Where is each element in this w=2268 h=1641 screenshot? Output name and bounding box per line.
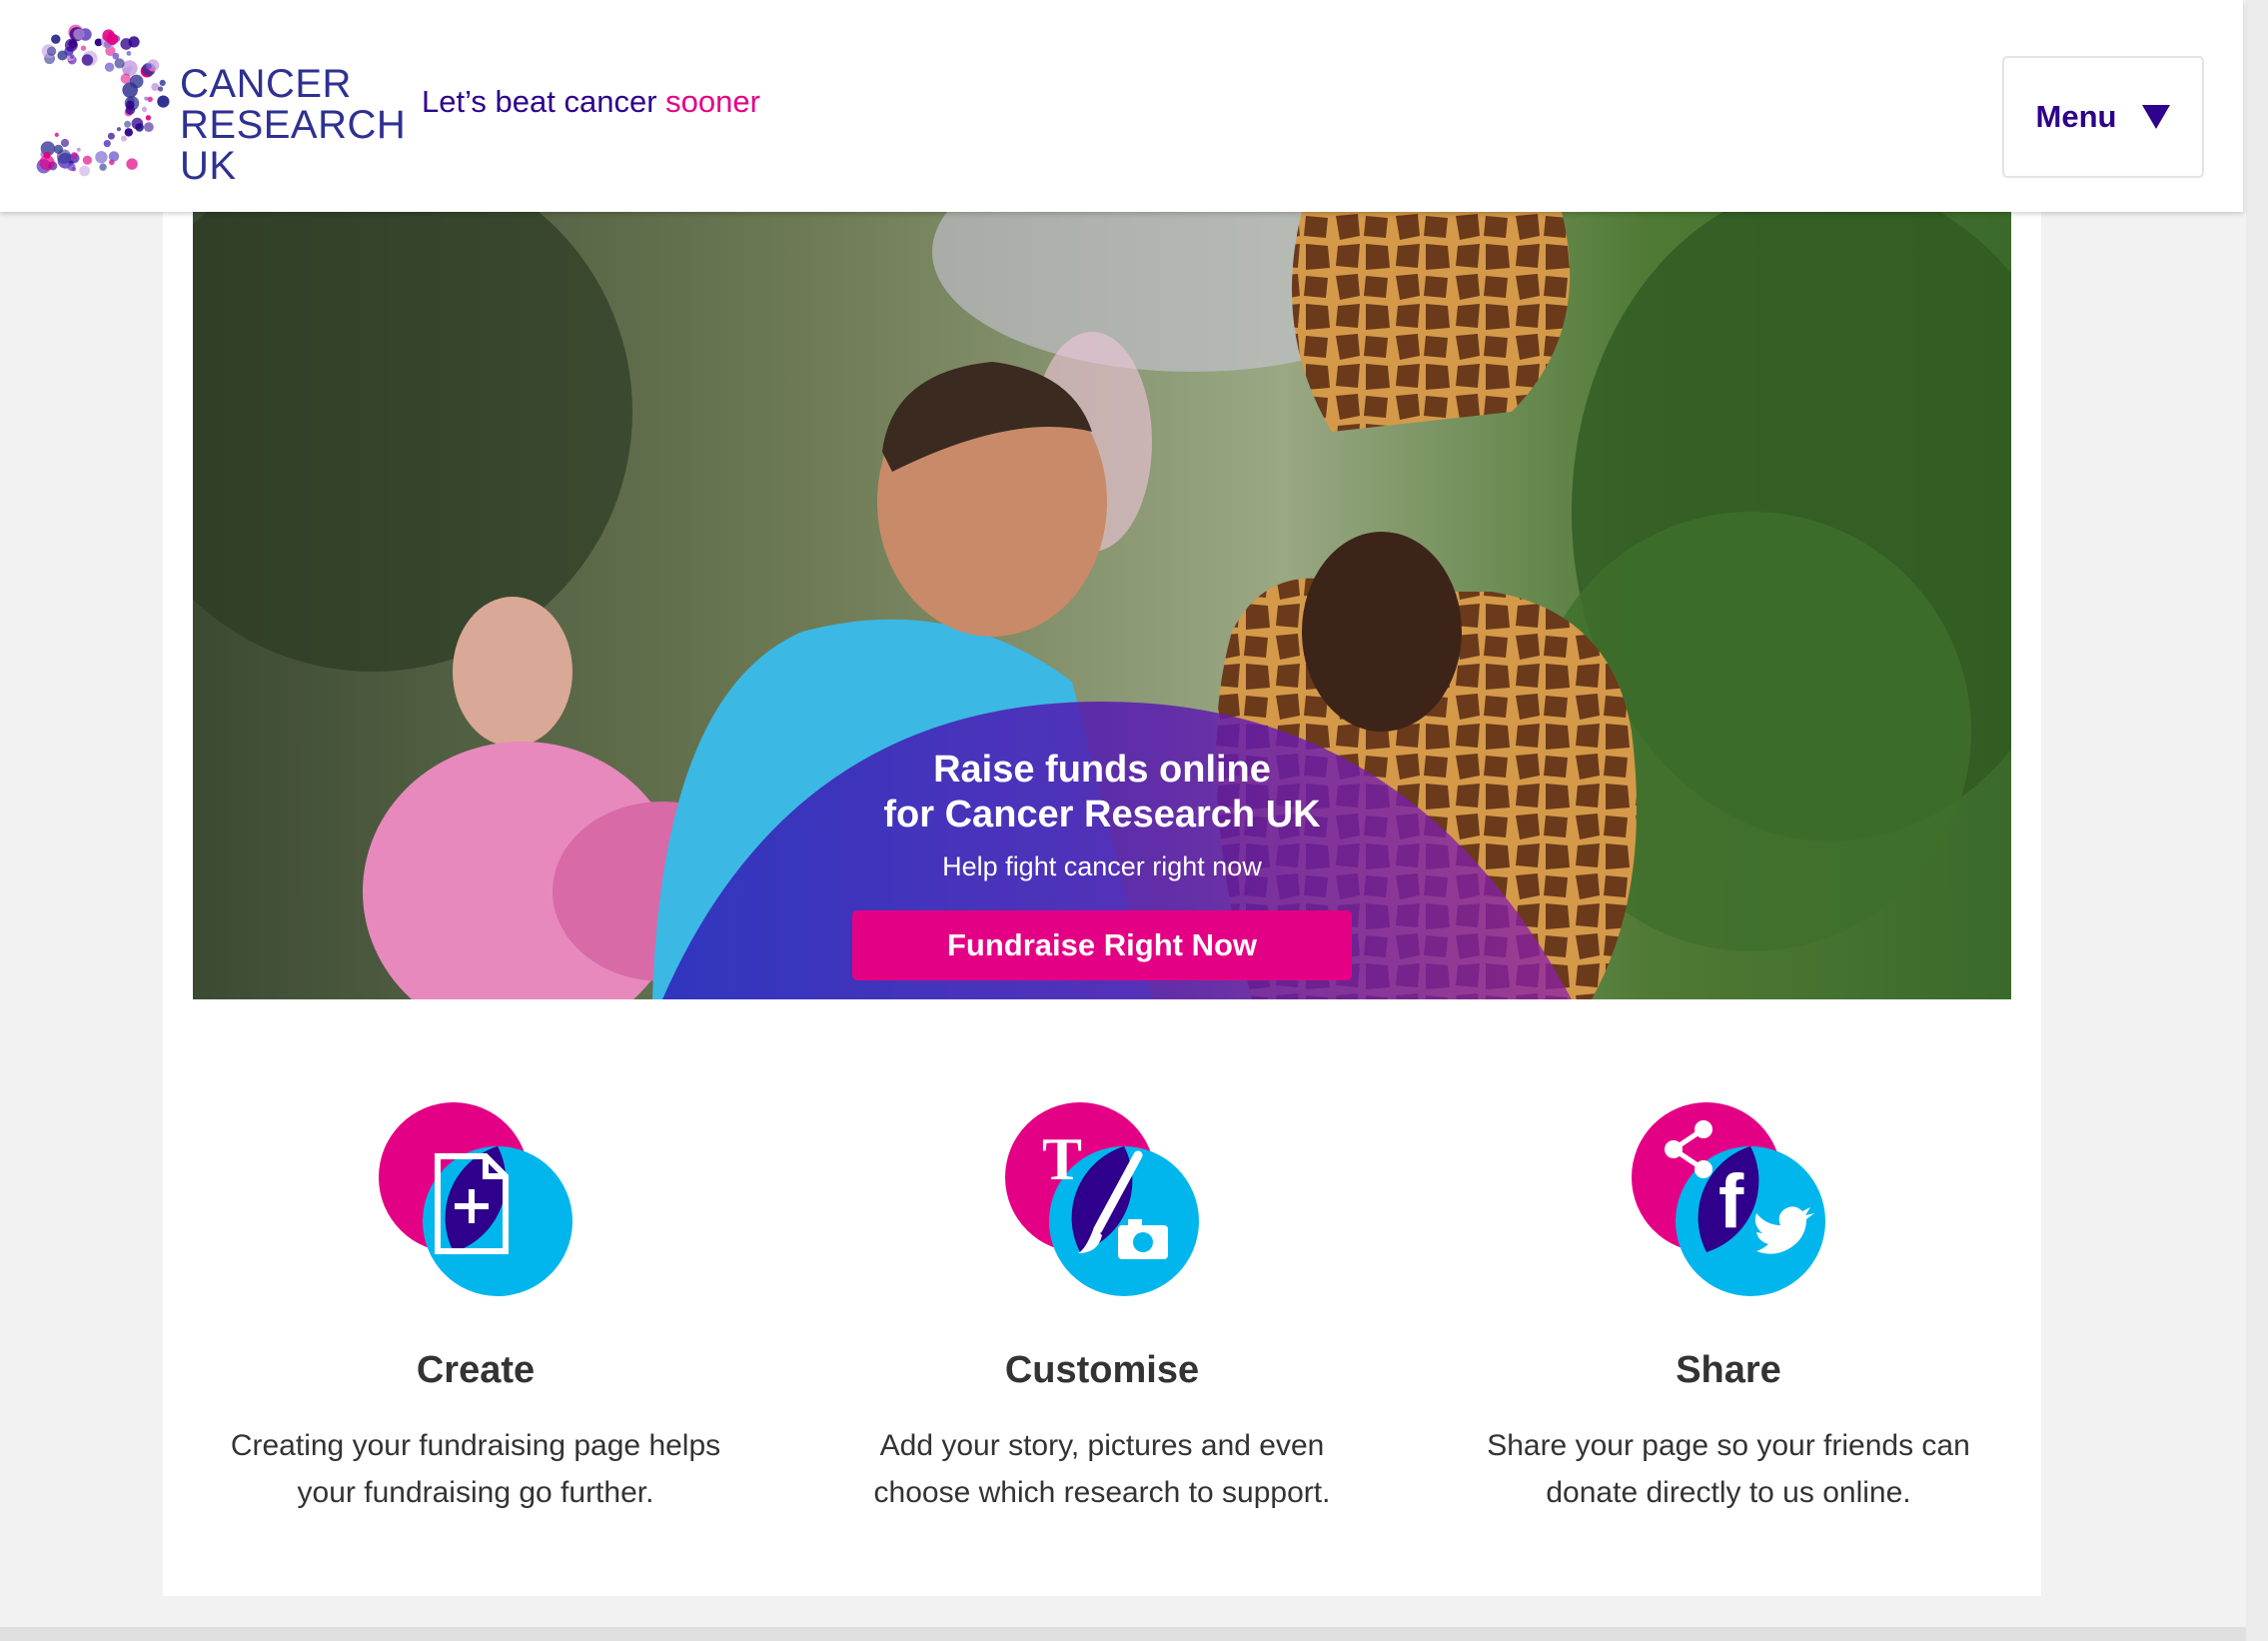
hero-subtitle: Help fight cancer right now xyxy=(942,851,1262,881)
logo-dot xyxy=(57,50,68,61)
logo-dot xyxy=(157,95,170,108)
customise-icon: T xyxy=(1002,1099,1202,1299)
feature-description: Add your story, pictures and even choose… xyxy=(822,1422,1382,1516)
logo-dot xyxy=(141,106,148,113)
logo-dot xyxy=(125,105,136,115)
page-bottom-divider xyxy=(0,1627,2246,1641)
logo-dot xyxy=(67,162,76,171)
logo-dot xyxy=(145,63,152,70)
logo-dot xyxy=(99,163,107,171)
logo-dot xyxy=(80,45,87,51)
logo-dot xyxy=(79,165,90,177)
logo-wordmark: CANCER RESEARCH UK xyxy=(180,64,406,187)
logo-dot xyxy=(128,36,140,48)
logo-dot xyxy=(144,122,154,132)
svg-text:T: T xyxy=(1042,1126,1082,1192)
feature-desc-line-2: donate directly to us online. xyxy=(1546,1476,1911,1509)
logo-dot xyxy=(81,54,94,66)
feature-customise: T Customise Add your story, pictures and… xyxy=(822,1099,1382,1516)
logo-dot xyxy=(70,152,78,159)
scrollbar-track[interactable] xyxy=(2246,0,2268,1641)
logo-dot xyxy=(104,62,115,72)
hero-content: Raise funds online for Cancer Research U… xyxy=(193,212,2011,999)
feature-description: Creating your fundraising page helps you… xyxy=(196,1422,755,1516)
cancer-research-uk-logo[interactable]: CANCER RESEARCH UK xyxy=(0,22,406,186)
logo-dot xyxy=(147,96,153,103)
feature-desc-line-2: your fundraising go further. xyxy=(297,1476,654,1509)
feature-desc-line-2: choose which research to support. xyxy=(873,1476,1331,1509)
logo-dot xyxy=(43,151,51,159)
logo-dot xyxy=(56,149,72,164)
feature-share: f Share Share your page so your friends … xyxy=(1449,1099,2008,1516)
logo-dot xyxy=(159,79,166,86)
logo-dot xyxy=(126,51,132,56)
site-header: CANCER RESEARCH UK Let’s beat cancer soo… xyxy=(0,0,2243,212)
feature-title: Create xyxy=(416,1349,536,1391)
logo-line-3: UK xyxy=(180,144,237,188)
logo-dot xyxy=(64,38,78,52)
logo-dot xyxy=(54,132,59,137)
logo-dot xyxy=(131,117,144,130)
logo-dot xyxy=(144,96,149,101)
logo-dot xyxy=(126,158,138,170)
logo-dot xyxy=(106,33,119,45)
logo-dot xyxy=(46,46,57,56)
tagline-main: Let’s beat cancer xyxy=(422,84,666,119)
hero-title-line-2: for Cancer Research UK xyxy=(883,794,1321,835)
logo-dot xyxy=(121,135,127,142)
feature-desc-line-1: Creating your fundraising page helps xyxy=(230,1429,721,1462)
feature-title: Customise xyxy=(1004,1349,1200,1391)
logo-dot xyxy=(116,127,122,132)
feature-title: Share xyxy=(1676,1349,1781,1391)
logo-dot xyxy=(73,28,85,40)
feature-desc-line-1: Share your page so your friends can xyxy=(1487,1429,1970,1462)
logo-dot xyxy=(82,155,92,165)
fundraise-now-button[interactable]: Fundraise Right Now xyxy=(852,910,1352,980)
menu-label: Menu xyxy=(2035,99,2117,134)
logo-dot xyxy=(76,147,81,152)
logo-dot xyxy=(103,140,111,148)
logo-dot xyxy=(108,151,120,162)
logo-dot xyxy=(124,128,133,137)
menu-button[interactable]: Menu xyxy=(2002,56,2204,178)
feature-desc-line-1: Add your story, pictures and even xyxy=(879,1429,1325,1462)
logo-dot xyxy=(158,86,164,92)
feature-description: Share your page so your friends can dona… xyxy=(1449,1422,2008,1516)
caret-down-icon xyxy=(2142,105,2171,129)
logo-dot xyxy=(114,58,125,69)
logo-dot xyxy=(145,115,152,121)
share-icon: f xyxy=(1629,1099,1828,1299)
logo-dot xyxy=(107,132,115,140)
logo-dot xyxy=(129,74,144,89)
hero-title-line-1: Raise funds online xyxy=(933,749,1271,791)
logo-line-2: RESEARCH xyxy=(180,103,407,147)
logo-dots-icon xyxy=(36,24,170,177)
logo-dot xyxy=(51,34,61,44)
logo-dot xyxy=(60,138,70,148)
create-page-icon xyxy=(376,1099,575,1299)
logo-dot xyxy=(95,151,108,164)
logo-dot xyxy=(70,54,75,59)
logo-line-1: CANCER xyxy=(180,62,352,106)
tagline: Let’s beat cancer sooner xyxy=(422,84,760,120)
logo-dot xyxy=(124,120,132,128)
feature-create: Create Creating your fundraising page he… xyxy=(196,1099,755,1516)
tagline-accent: sooner xyxy=(665,84,760,119)
hero-banner: Raise funds online for Cancer Research U… xyxy=(193,212,2011,999)
hero-title: Raise funds online for Cancer Research U… xyxy=(802,748,1402,837)
logo-dot xyxy=(151,83,160,91)
logo-dot xyxy=(120,73,131,84)
svg-text:f: f xyxy=(1718,1159,1744,1244)
